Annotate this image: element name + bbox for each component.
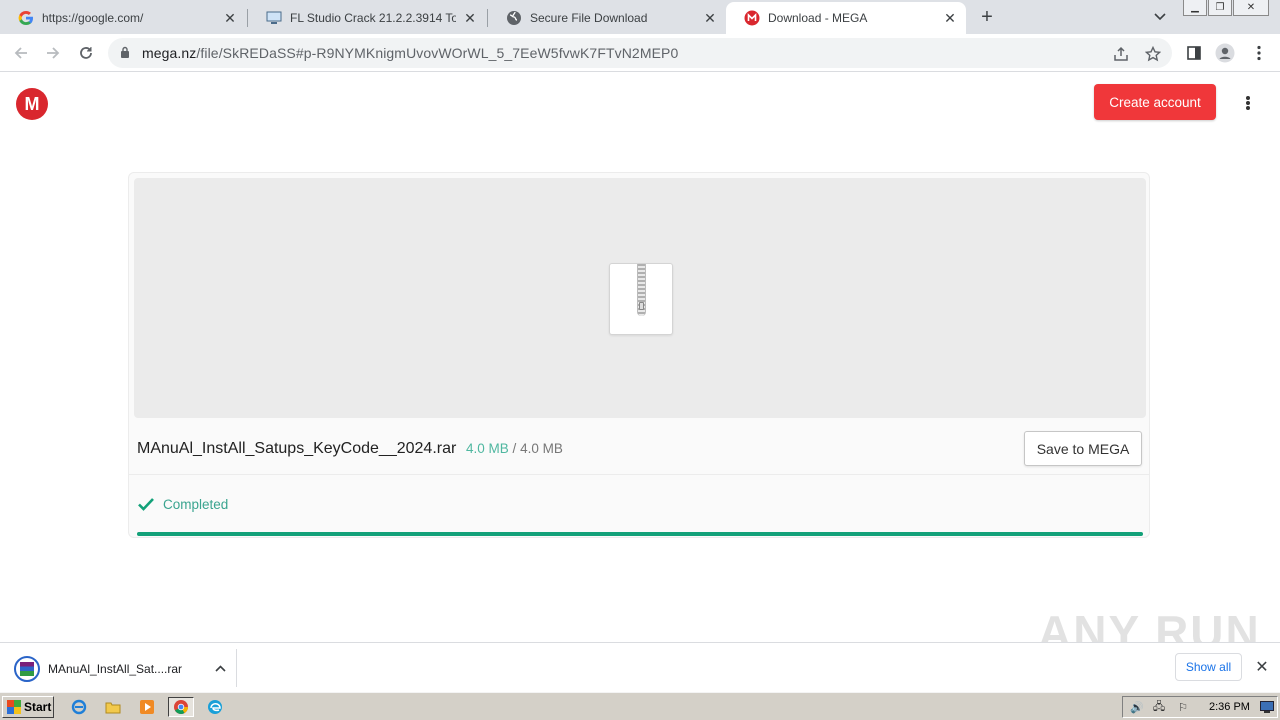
file-preview bbox=[134, 178, 1146, 418]
downloaded-size: 4.0 MB bbox=[466, 441, 509, 456]
shelf-separator bbox=[236, 649, 237, 687]
chrome-icon[interactable] bbox=[168, 697, 194, 717]
close-tab-icon[interactable]: ✕ bbox=[702, 10, 718, 26]
download-status: Completed bbox=[137, 495, 228, 513]
zipper-icon bbox=[637, 264, 646, 316]
file-info-row: MAnuAl_InstAll_Satups_KeyCode__2024.rar … bbox=[129, 423, 1149, 475]
lock-icon bbox=[121, 46, 129, 58]
tab-title: Secure File Download bbox=[530, 11, 648, 25]
mega-logo-letter: M bbox=[24, 93, 40, 114]
chevron-up-icon[interactable] bbox=[211, 663, 229, 675]
file-name: MAnuAl_InstAll_Satups_KeyCode__2024.rar bbox=[137, 440, 457, 457]
forward-arrow-icon[interactable] bbox=[42, 42, 64, 64]
total-size: 4.0 MB bbox=[520, 441, 563, 456]
file-explorer-icon[interactable] bbox=[102, 697, 124, 717]
zipper-pull bbox=[639, 302, 644, 310]
globe-icon bbox=[506, 10, 522, 26]
minimize-window-icon[interactable]: ▁ bbox=[1183, 0, 1207, 16]
address-bar[interactable]: mega.nz/file/SkREDaSS#p-R9NYMKnigmUvovWO… bbox=[108, 38, 1172, 68]
file-size: 4.0 MB / 4.0 MB bbox=[466, 441, 563, 456]
download-shelf: MAnuAl_InstAll_Sat....rar Show all ✕ bbox=[0, 642, 1280, 692]
profile-avatar-icon[interactable] bbox=[1214, 42, 1236, 64]
status-text: Completed bbox=[163, 496, 229, 512]
close-tab-icon[interactable]: ✕ bbox=[462, 10, 478, 26]
download-item[interactable]: MAnuAl_InstAll_Sat....rar bbox=[14, 655, 229, 683]
create-account-button[interactable]: Create account bbox=[1094, 84, 1216, 120]
close-tab-icon[interactable]: ✕ bbox=[222, 10, 238, 26]
size-separator: / bbox=[512, 441, 517, 456]
tab-title: Download - MEGA bbox=[768, 11, 868, 25]
action-center-flag-icon[interactable]: ⚐ bbox=[1175, 700, 1191, 714]
archive-file-icon bbox=[609, 263, 673, 335]
close-window-icon[interactable]: ✕ bbox=[1233, 0, 1269, 16]
tab-title: FL Studio Crack 21.2.2.3914 Torrent bbox=[290, 11, 456, 25]
tab-title: https://google.com/ bbox=[42, 11, 144, 25]
mega-icon bbox=[744, 10, 760, 26]
browser-menu-icon[interactable] bbox=[1248, 42, 1270, 64]
browser-toolbar: mega.nz/file/SkREDaSS#p-R9NYMKnigmUvovWO… bbox=[0, 34, 1280, 72]
mega-logo[interactable]: M bbox=[16, 88, 48, 120]
system-tray: 🔊 🖧 ⚐ 2:36 PM bbox=[1122, 696, 1278, 718]
start-button[interactable]: Start bbox=[2, 696, 54, 718]
media-player-icon[interactable] bbox=[136, 697, 158, 717]
restore-window-icon[interactable]: ❐ bbox=[1208, 0, 1232, 16]
monitor-icon bbox=[266, 10, 282, 26]
show-desktop-icon[interactable] bbox=[1259, 700, 1275, 714]
tab-search-chevron-icon[interactable] bbox=[1150, 8, 1170, 26]
start-label: Start bbox=[24, 700, 52, 714]
save-to-mega-button[interactable]: Save to MEGA bbox=[1024, 431, 1142, 466]
progress-fill bbox=[137, 532, 1143, 536]
progress-bar bbox=[137, 532, 1143, 536]
tab-fl-studio[interactable]: FL Studio Crack 21.2.2.3914 Torrent ✕ bbox=[248, 2, 486, 34]
close-shelf-icon[interactable]: ✕ bbox=[1252, 657, 1272, 677]
mega-page: M Create account MAnuAl_InstAll_Satups_K… bbox=[0, 73, 1280, 642]
network-icon[interactable]: 🖧 bbox=[1151, 700, 1167, 714]
edge-icon[interactable] bbox=[204, 697, 226, 717]
bookmark-star-icon[interactable] bbox=[1144, 45, 1162, 63]
winrar-archive-icon bbox=[14, 656, 40, 682]
side-panel-icon[interactable] bbox=[1183, 42, 1205, 64]
google-icon bbox=[18, 10, 34, 26]
volume-icon[interactable]: 🔊 bbox=[1129, 700, 1145, 714]
url-text: mega.nz/file/SkREDaSS#p-R9NYMKnigmUvovWO… bbox=[142, 45, 678, 61]
url-host: mega.nz bbox=[142, 45, 197, 61]
url-path: /file/SkREDaSS#p-R9NYMKnigmUvovWOrWL_5_7… bbox=[196, 45, 679, 61]
share-icon[interactable] bbox=[1112, 45, 1130, 63]
download-item-name: MAnuAl_InstAll_Sat....rar bbox=[48, 662, 183, 676]
file-card: MAnuAl_InstAll_Satups_KeyCode__2024.rar … bbox=[128, 172, 1150, 538]
tab-strip: https://google.com/ ✕ FL Studio Crack 21… bbox=[0, 0, 1280, 34]
tab-mega-download[interactable]: Download - MEGA ✕ bbox=[726, 2, 966, 34]
windows-flag-icon bbox=[7, 700, 21, 714]
back-arrow-icon[interactable] bbox=[10, 42, 32, 64]
tab-secure-download[interactable]: Secure File Download ✕ bbox=[488, 2, 726, 34]
checkmark-icon bbox=[138, 498, 154, 511]
windows-taskbar: Start 🔊 🖧 ⚐ 2:36 PM bbox=[0, 692, 1280, 720]
close-tab-icon[interactable]: ✕ bbox=[942, 10, 958, 26]
new-tab-plus-icon[interactable]: + bbox=[976, 6, 998, 28]
internet-explorer-icon[interactable] bbox=[68, 697, 90, 717]
reload-icon[interactable] bbox=[75, 42, 97, 64]
show-all-button[interactable]: Show all bbox=[1175, 653, 1242, 681]
clock: 2:36 PM bbox=[1209, 701, 1250, 713]
more-menu-icon[interactable] bbox=[1238, 93, 1258, 113]
tab-google[interactable]: https://google.com/ ✕ bbox=[0, 2, 246, 34]
